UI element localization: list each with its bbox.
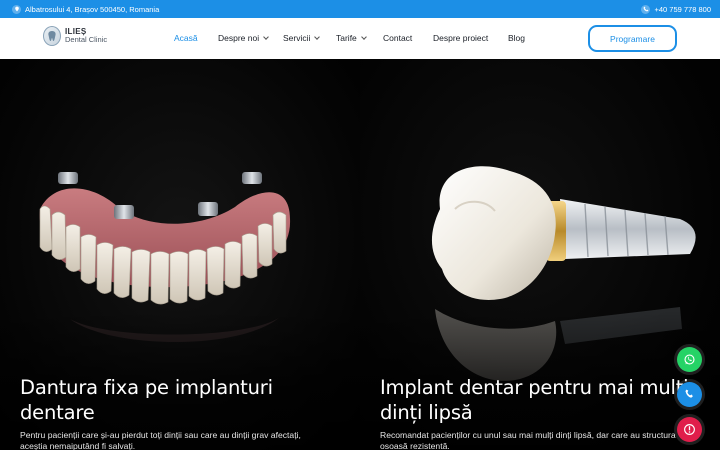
description-line: osoasă rezistentă.	[380, 441, 450, 450]
nav-label: Blog	[508, 33, 526, 43]
top-info-bar: Albatrosului 4, Brașov 500450, Romania +…	[0, 0, 720, 18]
site-header: ILIEȘ Dental Clinic Acasă Despre noi Ser…	[0, 18, 720, 59]
chevron-down-icon	[360, 34, 367, 40]
nav-label: Acasă	[174, 33, 198, 43]
description-line: Recomandat pacienților cu unul sau mai m…	[380, 430, 676, 440]
nav-label: Tarife	[336, 33, 357, 43]
whatsapp-button[interactable]	[677, 347, 702, 372]
alert-button[interactable]	[677, 417, 702, 442]
panel-title[interactable]: Implant dentar pentru mai mulți dinți li…	[380, 375, 700, 425]
nav-item-contact[interactable]: Contact	[383, 33, 412, 43]
phone-group: +40 759 778 800	[641, 4, 711, 14]
whatsapp-icon	[684, 354, 695, 365]
nav-label: Contact	[383, 33, 413, 43]
address-group: Albatrosului 4, Brașov 500450, Romania	[12, 4, 159, 14]
nav-item-servicii[interactable]: Servicii	[283, 33, 321, 43]
nav-item-despre-noi[interactable]: Despre noi	[218, 33, 269, 43]
panel-title[interactable]: Dantura fixa pe implanturi dentare	[20, 375, 340, 425]
address-text[interactable]: Albatrosului 4, Brașov 500450, Romania	[25, 5, 159, 14]
nav-label: Despre proiect	[433, 33, 489, 43]
description-line: aceștia nemaiputând fi salvați.	[20, 441, 136, 450]
nav-label: Despre noi	[218, 33, 260, 43]
nav-item-blog[interactable]: Blog	[508, 33, 525, 43]
programare-button[interactable]: Programare	[588, 25, 677, 52]
call-button[interactable]	[677, 382, 702, 407]
hero-panel-denture[interactable]: Dantura fixa pe implanturi dentare Pentr…	[0, 59, 360, 450]
hero-section: Dantura fixa pe implanturi dentare Pentr…	[0, 59, 720, 450]
nav-label: Servicii	[283, 33, 311, 43]
hero-panel-implant[interactable]: Implant dentar pentru mai mulți dinți li…	[360, 59, 720, 450]
chevron-down-icon	[314, 34, 321, 40]
panel-description: Pentru pacienții care și-au pierdut toți…	[20, 430, 350, 450]
phone-text[interactable]: +40 759 778 800	[654, 5, 711, 14]
nav-item-despre-proiect[interactable]: Despre proiect	[433, 33, 488, 43]
chevron-down-icon	[263, 34, 269, 40]
phone-small-icon	[641, 4, 651, 14]
description-line: Pentru pacienții care și-au pierdut toți…	[20, 430, 301, 440]
panel-description: Recomandat pacienților cu unul sau mai m…	[380, 430, 710, 450]
cta-label: Programare	[610, 33, 655, 44]
nav-item-acasa[interactable]: Acasă	[174, 33, 198, 43]
location-pin-icon	[12, 4, 21, 14]
alert-icon	[684, 424, 695, 435]
phone-icon	[685, 389, 693, 398]
nav-item-tarife[interactable]: Tarife	[336, 33, 367, 43]
